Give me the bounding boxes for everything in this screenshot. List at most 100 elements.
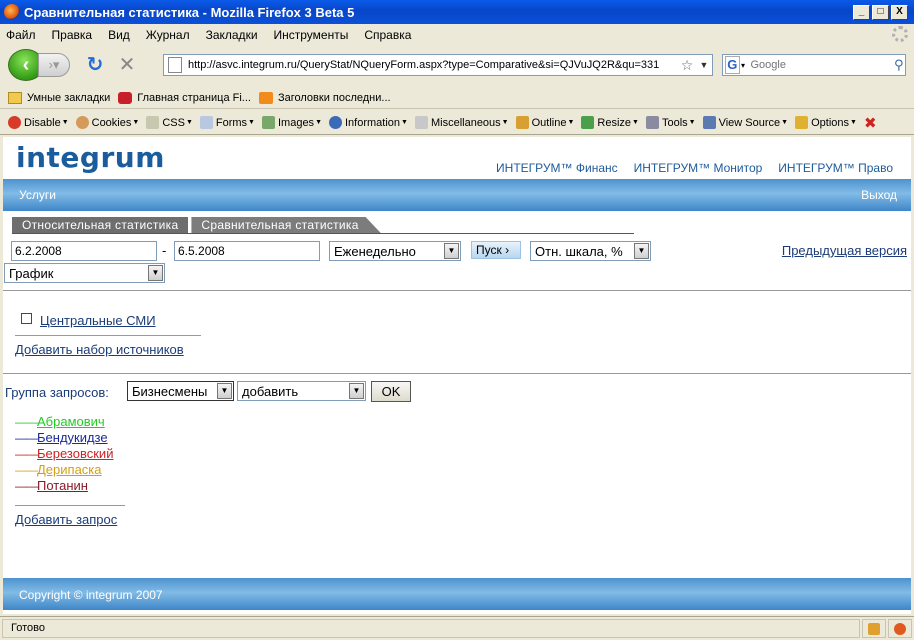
product-law-link[interactable]: ИНТЕГРУМ™ Право: [778, 161, 893, 175]
query-name-link[interactable]: Бендукидзе: [37, 430, 108, 445]
integrum-logo[interactable]: integrum: [16, 141, 165, 174]
view-source-icon: [702, 116, 716, 129]
bookmark-home[interactable]: Главная страница Fi...: [118, 91, 251, 104]
query-item[interactable]: —— Потанин: [15, 478, 88, 493]
logout-link[interactable]: Выход: [861, 188, 897, 202]
bookmark-site-icon: [118, 91, 133, 104]
bookmark-headlines[interactable]: Заголовки последни...: [258, 91, 391, 104]
dev-disable[interactable]: Disable ▼: [8, 116, 69, 129]
ok-button[interactable]: OK: [371, 381, 411, 402]
query-item[interactable]: —— Бендукидзе: [15, 430, 108, 445]
reload-button[interactable]: ↻: [84, 54, 106, 76]
page-icon: [168, 57, 182, 73]
dev-forms[interactable]: Forms ▼: [199, 116, 255, 129]
google-icon[interactable]: G: [725, 56, 740, 74]
bookmarks-toolbar: Умные закладки Главная страница Fi... За…: [0, 87, 914, 109]
run-button[interactable]: Пуск ›: [471, 241, 521, 259]
add-query-select[interactable]: добавить ▼: [237, 381, 366, 401]
url-text[interactable]: http://asvc.integrum.ru/QueryStat/NQuery…: [188, 59, 678, 71]
status-firebug-icon[interactable]: [888, 619, 912, 638]
previous-version-link[interactable]: Предыдущая версия: [782, 243, 907, 258]
query-name-link[interactable]: Потанин: [37, 478, 88, 493]
query-color-line: ——: [15, 462, 38, 477]
query-color-line: ——: [15, 478, 38, 493]
section-divider: [3, 290, 911, 291]
status-edit-icon[interactable]: [862, 619, 886, 638]
query-item[interactable]: —— Абрамович: [15, 414, 105, 429]
view-type-select[interactable]: График ▼: [4, 263, 165, 283]
tab-comparative-stats[interactable]: Сравнительная статистика: [191, 217, 381, 233]
menu-bookmarks[interactable]: Закладки: [206, 28, 258, 42]
forward-button[interactable]: ›▾: [38, 53, 70, 77]
stat-tabs: Относительная статистика Сравнительная с…: [12, 217, 384, 233]
add-sources-link[interactable]: Добавить набор источников: [15, 342, 184, 357]
query-name-link[interactable]: Березовский: [37, 446, 113, 461]
close-toolbar-icon: ✖: [863, 114, 877, 132]
date-range-dash: -: [162, 243, 167, 258]
dev-css[interactable]: CSS ▼: [146, 116, 193, 129]
dev-cookies[interactable]: Cookies ▼: [75, 116, 139, 129]
menu-file[interactable]: Файл: [6, 28, 36, 42]
dev-images[interactable]: Images ▼: [261, 116, 322, 129]
date-to-input[interactable]: 6.5.2008: [174, 241, 320, 261]
resize-icon: [581, 116, 595, 129]
web-developer-toolbar: Disable ▼ Cookies ▼ CSS ▼ Forms ▼ Images ▼ In…: [0, 111, 914, 135]
minimize-button[interactable]: _: [853, 4, 870, 20]
source-central-media-link[interactable]: Центральные СМИ: [40, 313, 156, 328]
stop-button[interactable]: ✕: [116, 54, 138, 76]
tab-divider: [12, 233, 634, 234]
search-input[interactable]: [746, 59, 893, 71]
dev-options[interactable]: Options ▼: [795, 116, 857, 129]
section-divider: [3, 373, 911, 374]
menu-bar: Файл Правка Вид Журнал Закладки Инструме…: [0, 24, 914, 45]
query-color-line: ——: [15, 414, 38, 429]
source-checkbox[interactable]: [21, 313, 32, 324]
menu-view[interactable]: Вид: [108, 28, 130, 42]
bookmark-smart[interactable]: Умные закладки: [8, 91, 110, 104]
services-link[interactable]: Услуги: [19, 188, 56, 202]
product-monitor-link[interactable]: ИНТЕГРУМ™ Монитор: [634, 161, 763, 175]
site-footer: Copyright © integrum 2007: [3, 578, 911, 610]
source-underline: [15, 335, 201, 336]
search-bar: G ▾ ⚲: [722, 54, 906, 76]
query-item[interactable]: —— Дерипаска: [15, 462, 102, 477]
bookmark-star-icon[interactable]: ☆: [678, 57, 696, 74]
menu-edit[interactable]: Правка: [52, 28, 93, 42]
query-name-link[interactable]: Абрамович: [37, 414, 105, 429]
menu-tools[interactable]: Инструменты: [274, 28, 349, 42]
url-dropdown-icon[interactable]: ▼: [696, 60, 712, 70]
query-group-select[interactable]: Бизнесмены ▼: [127, 381, 234, 401]
query-color-line: ——: [15, 446, 38, 461]
window-titlebar: Сравнительная статистика - Mozilla Firef…: [0, 0, 914, 24]
copyright-text: Copyright © integrum 2007: [19, 588, 163, 602]
period-select[interactable]: Еженедельно ▼: [329, 241, 461, 261]
chevron-down-icon: ▼: [634, 243, 649, 259]
maximize-button[interactable]: □: [872, 4, 889, 20]
reload-icon: ↻: [86, 54, 104, 76]
window-title: Сравнительная статистика - Mozilla Firef…: [24, 4, 355, 20]
dev-outline[interactable]: Outline ▼: [515, 116, 574, 129]
menu-history[interactable]: Журнал: [146, 28, 190, 42]
tab-relative-stats[interactable]: Относительная статистика: [12, 217, 189, 233]
disable-icon: [8, 116, 21, 129]
add-query-link[interactable]: Добавить запрос: [15, 512, 117, 527]
dev-close[interactable]: ✖: [864, 114, 877, 132]
search-engine-dropdown-icon[interactable]: ▾: [740, 61, 747, 70]
url-bar[interactable]: http://asvc.integrum.ru/QueryStat/NQuery…: [163, 54, 713, 76]
dev-tools[interactable]: Tools ▼: [645, 116, 696, 129]
forms-icon: [199, 116, 213, 129]
dev-information[interactable]: Information ▼: [329, 116, 408, 129]
menu-help[interactable]: Справка: [364, 28, 411, 42]
date-from-input[interactable]: 6.2.2008: [11, 241, 157, 261]
dev-resize[interactable]: Resize ▼: [581, 116, 639, 129]
dev-view-source[interactable]: View Source ▼: [702, 116, 788, 129]
query-item[interactable]: —— Березовский: [15, 446, 113, 461]
close-button[interactable]: X: [891, 4, 908, 20]
query-name-link[interactable]: Дерипаска: [37, 462, 102, 477]
rss-icon: [258, 91, 273, 104]
dev-miscellaneous[interactable]: Miscellaneous ▼: [414, 116, 509, 129]
scale-select[interactable]: Отн. шкала, % ▼: [530, 241, 651, 261]
product-finance-link[interactable]: ИНТЕГРУМ™ Финанс: [496, 161, 618, 175]
search-icon[interactable]: ⚲: [892, 57, 905, 73]
folder-icon: [8, 91, 22, 104]
